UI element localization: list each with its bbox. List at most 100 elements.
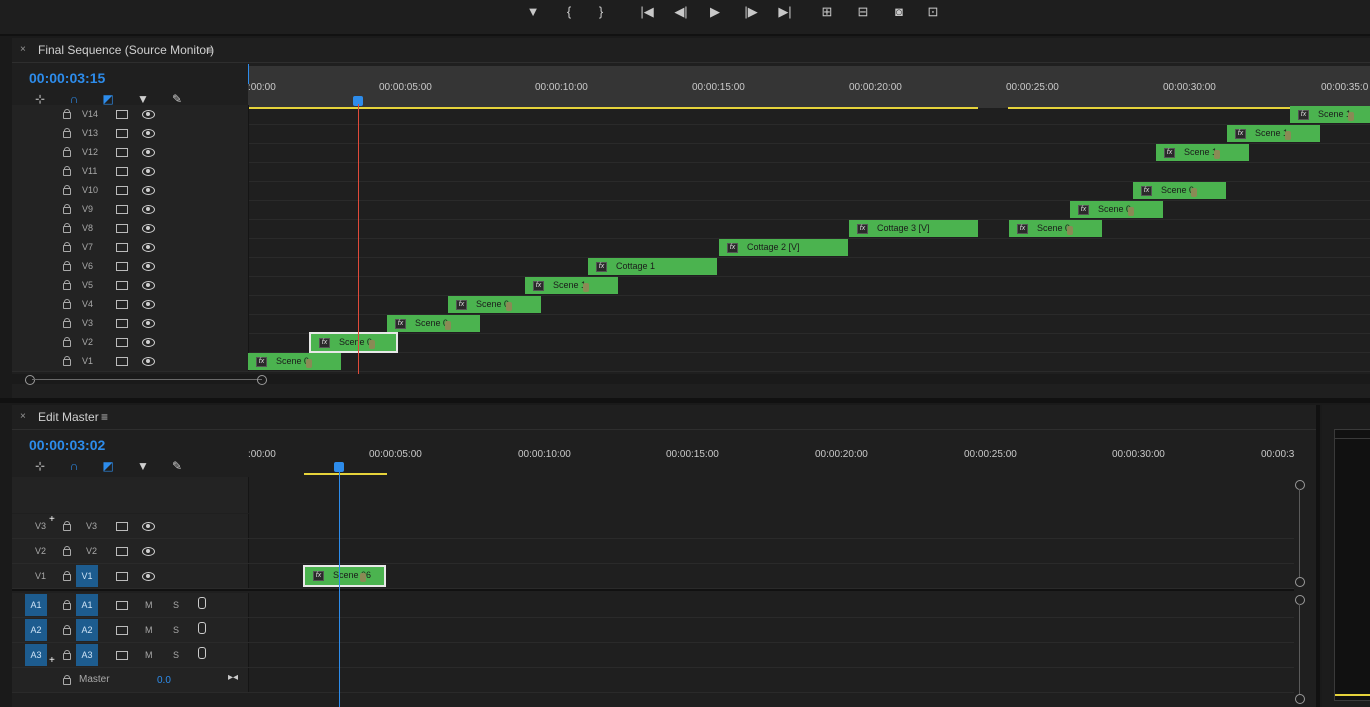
lock-icon[interactable] [63,337,71,347]
lock-icon[interactable] [63,147,71,157]
audio-vertical-scrollbar[interactable] [1294,595,1306,705]
sync-lock-icon[interactable] [116,626,128,635]
timeline-clip[interactable]: fx Scene 0 [1009,220,1102,237]
target-track-a1[interactable]: A1 [76,594,98,616]
lock-icon[interactable] [63,242,71,252]
lock-icon[interactable] [63,546,71,556]
scroll-handle-top[interactable] [1295,480,1305,490]
nest-icon[interactable]: ⊹ [32,459,48,473]
sync-lock-icon[interactable] [116,205,128,214]
lock-icon[interactable] [63,600,71,610]
sync-lock-icon[interactable] [116,224,128,233]
scroll-handle-right[interactable] [257,375,267,385]
eye-icon[interactable] [142,319,155,328]
track-row-v3[interactable]: V3 + V3 [12,514,1294,539]
track-row-v13[interactable]: V13 [12,124,1370,144]
linked-selection-icon[interactable]: ◩ [100,92,116,106]
source-patch-v2[interactable]: V2 [35,546,46,556]
lock-icon[interactable] [63,166,71,176]
mute-button[interactable]: M [145,625,153,635]
timeline-clip[interactable]: fx Cottage 2 [V] [719,239,848,256]
step-forward-button[interactable]: |▶ [740,3,762,21]
eye-icon[interactable] [142,148,155,157]
solo-button[interactable]: S [173,625,179,635]
sync-lock-icon[interactable] [116,300,128,309]
source-patch-v3[interactable]: V3 [35,521,46,531]
mute-button[interactable]: M [145,600,153,610]
timeline-clip[interactable]: fx Scene 0 [1070,201,1163,218]
go-to-edit-icon[interactable]: ▸◂ [228,672,238,683]
sync-lock-icon[interactable] [116,243,128,252]
track-row-master[interactable]: Master 0.0 ▸◂ [12,668,1294,693]
mute-button[interactable]: M [145,650,153,660]
timeline-clip[interactable]: fx Scene 1 [525,277,618,294]
track-label[interactable]: V14 [82,109,98,119]
lock-icon[interactable] [63,280,71,290]
mark-out-button[interactable]: } [590,3,612,21]
solo-button[interactable]: S [173,650,179,660]
target-track-v2[interactable]: V2 [86,546,97,556]
target-track-a2[interactable]: A2 [76,619,98,641]
eye-icon[interactable] [142,186,155,195]
eye-icon[interactable] [142,338,155,347]
target-track-v3[interactable]: V3 [86,521,97,531]
track-label[interactable]: V7 [82,242,93,252]
eye-icon[interactable] [142,262,155,271]
sync-lock-icon[interactable] [116,110,128,119]
microphone-icon[interactable] [198,622,206,634]
sync-lock-icon[interactable] [116,601,128,610]
snap-icon[interactable]: ∩ [66,459,82,473]
source-patch-v1[interactable]: V1 [35,571,46,581]
sync-lock-icon[interactable] [116,572,128,581]
lock-icon[interactable] [63,223,71,233]
sync-lock-icon[interactable] [116,281,128,290]
lock-icon[interactable] [63,571,71,581]
track-label[interactable]: V1 [82,356,93,366]
playhead-timecode[interactable]: 00:00:03:15 [29,70,105,86]
track-row-a3[interactable]: A3 + A3 M S [12,643,1294,668]
lock-icon[interactable] [63,128,71,138]
sync-lock-icon[interactable] [116,262,128,271]
microphone-icon[interactable] [198,647,206,659]
close-icon[interactable]: × [20,411,26,422]
lock-icon[interactable] [63,650,71,660]
sync-lock-icon[interactable] [116,522,128,531]
eye-icon[interactable] [142,357,155,366]
lock-icon[interactable] [63,109,71,119]
source-patch-a2[interactable]: A2 [25,619,47,641]
panel-menu-icon[interactable]: ≡ [206,43,213,57]
nest-icon[interactable]: ⊹ [32,92,48,106]
track-label[interactable]: V4 [82,299,93,309]
eye-icon[interactable] [142,224,155,233]
timeline-clip[interactable]: fx Scene 0 [248,353,341,370]
lock-icon[interactable] [63,299,71,309]
track-label[interactable]: V13 [82,128,98,138]
track-row-v8[interactable]: V8 [12,219,1370,239]
sync-lock-icon[interactable] [116,357,128,366]
sync-lock-icon[interactable] [116,319,128,328]
panel-title[interactable]: Final Sequence (Source Monitor) [38,43,214,57]
sync-lock-icon[interactable] [116,167,128,176]
timeline-clip[interactable]: fx Scene 0 [309,332,398,353]
eye-icon[interactable] [142,167,155,176]
timeline-clip[interactable]: fx Scene 0 [448,296,541,313]
track-label[interactable]: V6 [82,261,93,271]
track-row-v11[interactable]: V11 [12,162,1370,182]
add-marker-icon[interactable]: ▼ [135,459,151,473]
snap-icon[interactable]: ∩ [66,92,82,106]
microphone-icon[interactable] [198,597,206,609]
track-row-v14[interactable]: V14 [12,105,1370,125]
step-back-button[interactable]: ◀| [670,3,692,21]
track-row-v4[interactable]: V4 [12,295,1370,315]
track-label[interactable]: V2 [82,337,93,347]
eye-icon[interactable] [142,110,155,119]
lock-icon[interactable] [63,318,71,328]
source-patch-a1[interactable]: A1 [25,594,47,616]
track-row-v2[interactable]: V2 [12,333,1370,353]
eye-icon[interactable] [142,205,155,214]
add-marker-icon[interactable]: ▼ [135,92,151,106]
sync-lock-icon[interactable] [116,338,128,347]
sync-lock-icon[interactable] [116,148,128,157]
wrench-icon[interactable]: ✎ [169,459,185,473]
insert-button[interactable]: ⊞ [816,3,838,21]
